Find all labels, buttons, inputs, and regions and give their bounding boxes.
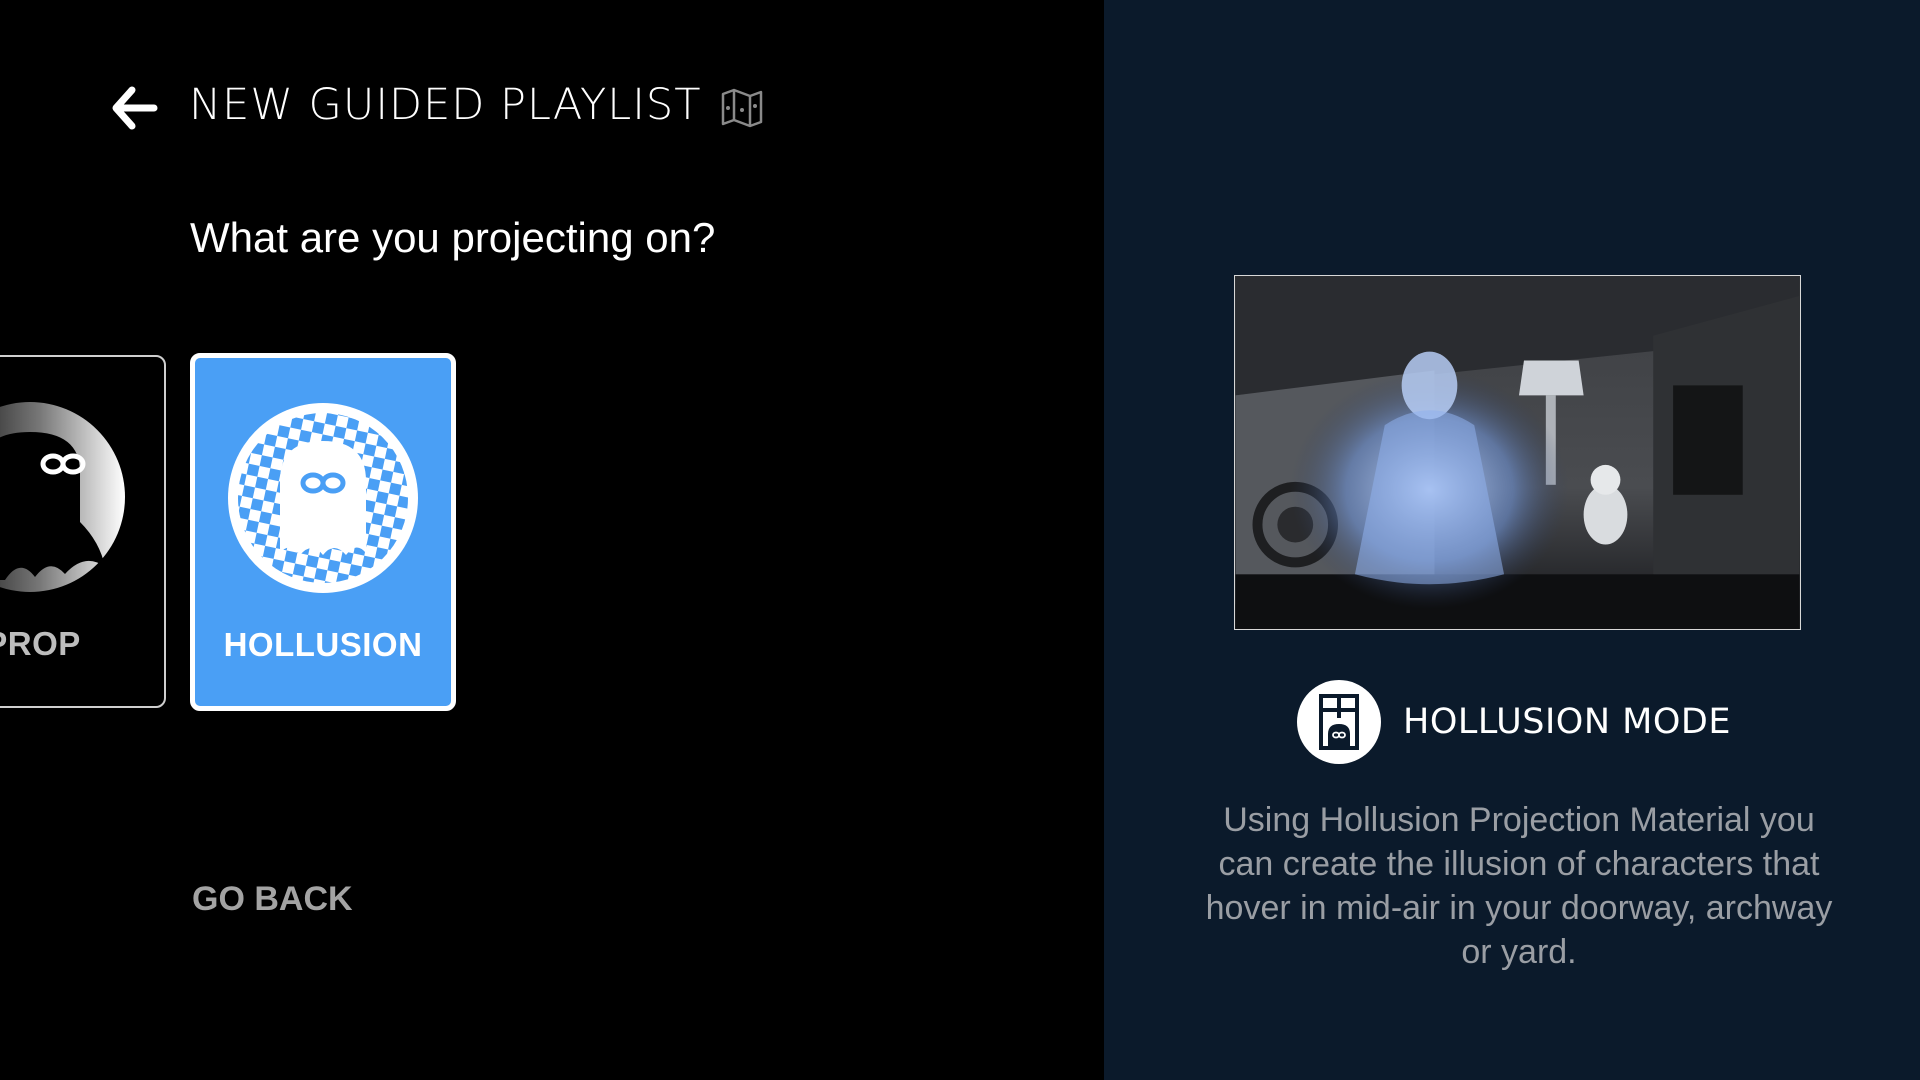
ghost-checkered-circle-icon [228,403,418,593]
go-back-button[interactable]: GO BACK [192,880,353,919]
selection-pane: NEW GUIDED PLAYLIST What are you project… [0,0,1104,1080]
mode-description: Using Hollusion Projection Material you … [1205,801,1833,971]
hollusion-preview-image [1234,275,1801,630]
card-label: HOLLUSION [223,626,423,663]
map-icon [721,88,763,128]
mode-title: HOLLUSION MODE [1403,702,1731,742]
question-heading: What are you projecting on? [190,214,716,261]
detail-pane: HOLLUSION MODE Using Hollusion Projectio… [1104,0,1920,1080]
card-prop[interactable]: PROP [0,355,166,708]
card-label: PROP [0,625,81,662]
app-screen: NEW GUIDED PLAYLIST What are you project… [0,0,1920,1080]
ghost-circle-icon [0,402,125,592]
card-hollusion[interactable]: HOLLUSION [190,353,456,711]
window-ghost-icon [1297,680,1381,764]
arrow-left-icon[interactable] [110,84,158,132]
page-title: NEW GUIDED PLAYLIST [189,80,702,130]
mode-header: HOLLUSION MODE [1297,680,1731,764]
